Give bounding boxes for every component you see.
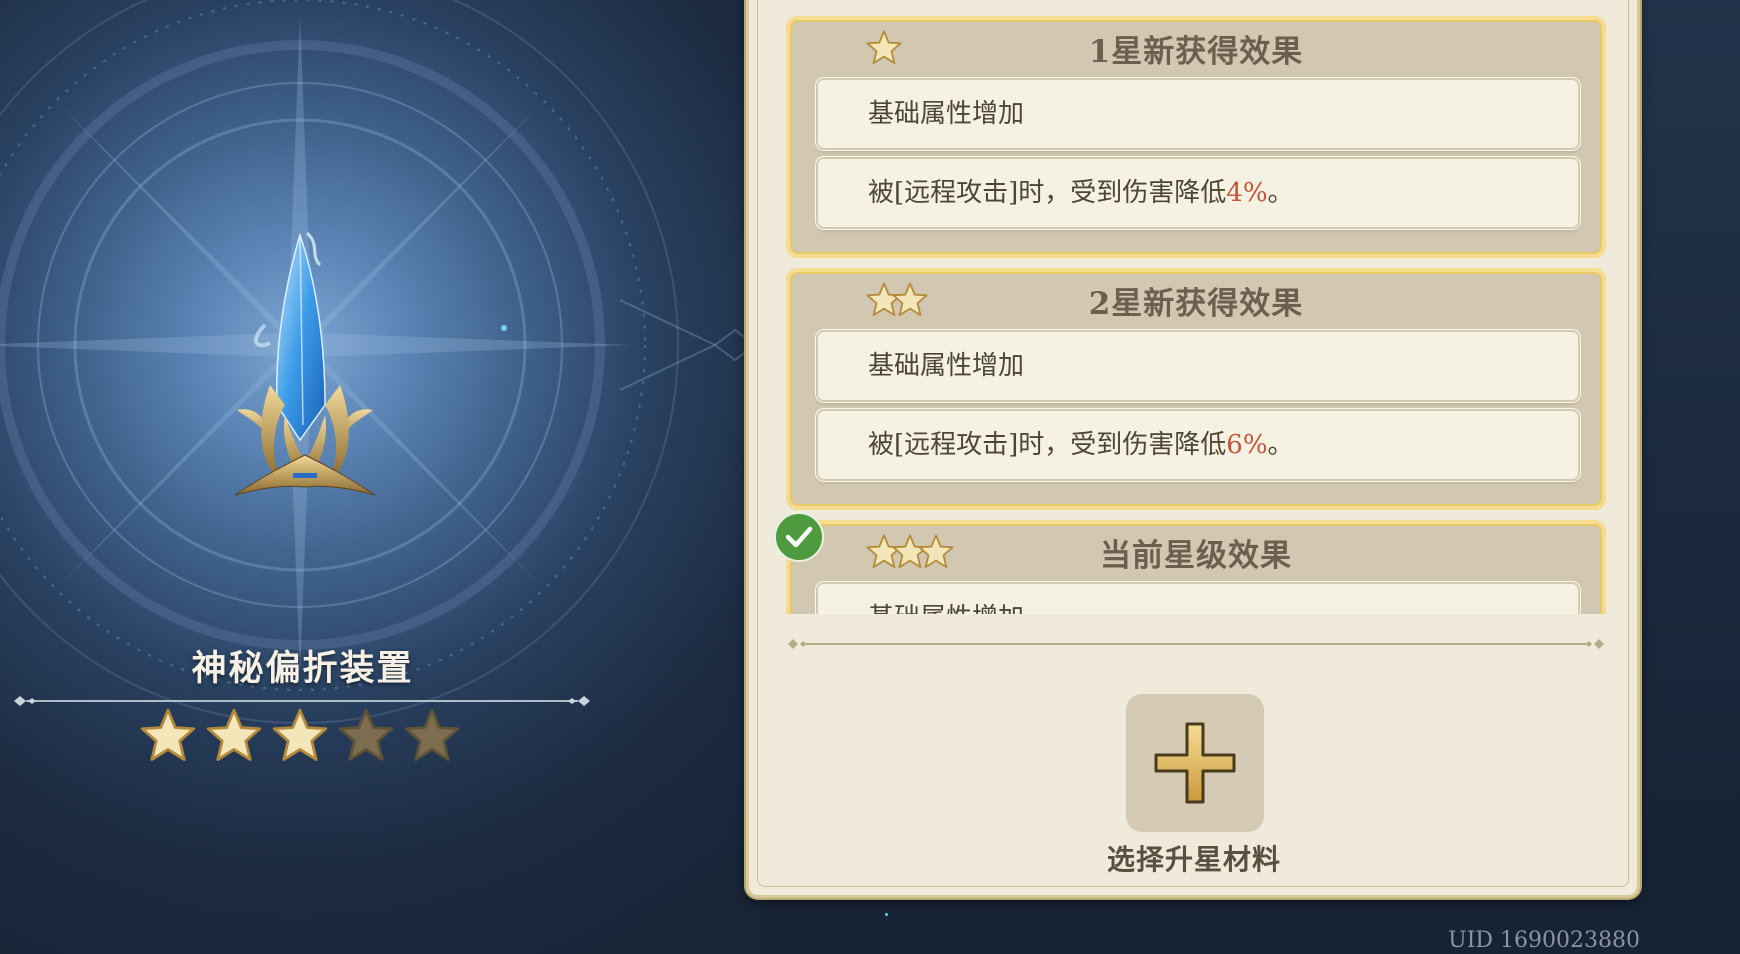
star-empty-icon [338, 708, 394, 761]
card-header: 1星新获得效果 [786, 16, 1606, 78]
star-filled-icon [272, 708, 328, 761]
item-display-scene: 神秘偏折装置 [0, 0, 760, 954]
star-filled-icon [140, 708, 196, 761]
sparkle-dot [885, 913, 888, 916]
panel-divider [788, 639, 1604, 649]
add-material-button[interactable] [1126, 694, 1264, 832]
effect-row: 基础属性增加 [818, 332, 1578, 400]
effect-text: 基础属性增加 [868, 351, 1025, 381]
effect-text: 基础属性增加 [868, 603, 1024, 614]
crystal-device-icon [234, 231, 376, 496]
effect-card-current: 当前星级效果 基础属性增加 [786, 520, 1606, 614]
star-empty-icon [404, 708, 460, 761]
star-filled-icon [206, 708, 262, 761]
effect-suffix: 。 [1267, 178, 1294, 208]
effects-scroll-list[interactable]: 1星新获得效果 基础属性增加 被[远程攻击]时，受到伤害降低4%。 2星新获得效… [782, 0, 1612, 614]
star-rating [140, 708, 460, 764]
add-material-label: 选择升星材料 [1106, 843, 1281, 876]
item-name: 神秘偏折装置 [191, 648, 414, 689]
current-level-check-icon [774, 512, 824, 562]
card-title: 当前星级效果 [1100, 538, 1292, 574]
effect-text: 基础属性增加 [868, 99, 1025, 129]
effect-value: 6% [1226, 430, 1268, 460]
effect-text: 被[远程攻击]时，受到伤害降低 [868, 430, 1227, 460]
card-title: 2星新获得效果 [1088, 286, 1304, 322]
effect-row: 基础属性增加 [818, 584, 1578, 614]
name-divider [14, 696, 590, 706]
plus-icon [1154, 722, 1236, 804]
card-title: 1星新获得效果 [1088, 34, 1304, 70]
effect-value: 4% [1226, 178, 1268, 208]
effect-card-1star: 1星新获得效果 基础属性增加 被[远程攻击]时，受到伤害降低4%。 [786, 16, 1606, 258]
effect-row: 被[远程攻击]时，受到伤害降低6%。 [818, 411, 1578, 479]
card-header: 2星新获得效果 [786, 268, 1606, 330]
effect-text: 被[远程攻击]时，受到伤害降低 [868, 178, 1227, 208]
effect-card-2star: 2星新获得效果 基础属性增加 被[远程攻击]时，受到伤害降低6%。 [786, 268, 1606, 510]
card-header: 当前星级效果 [786, 520, 1606, 582]
effect-suffix: 。 [1267, 430, 1294, 460]
effect-row: 被[远程攻击]时，受到伤害降低4%。 [818, 159, 1578, 227]
effect-row: 基础属性增加 [818, 80, 1578, 148]
user-id: UID 1690023880 [1448, 928, 1640, 953]
